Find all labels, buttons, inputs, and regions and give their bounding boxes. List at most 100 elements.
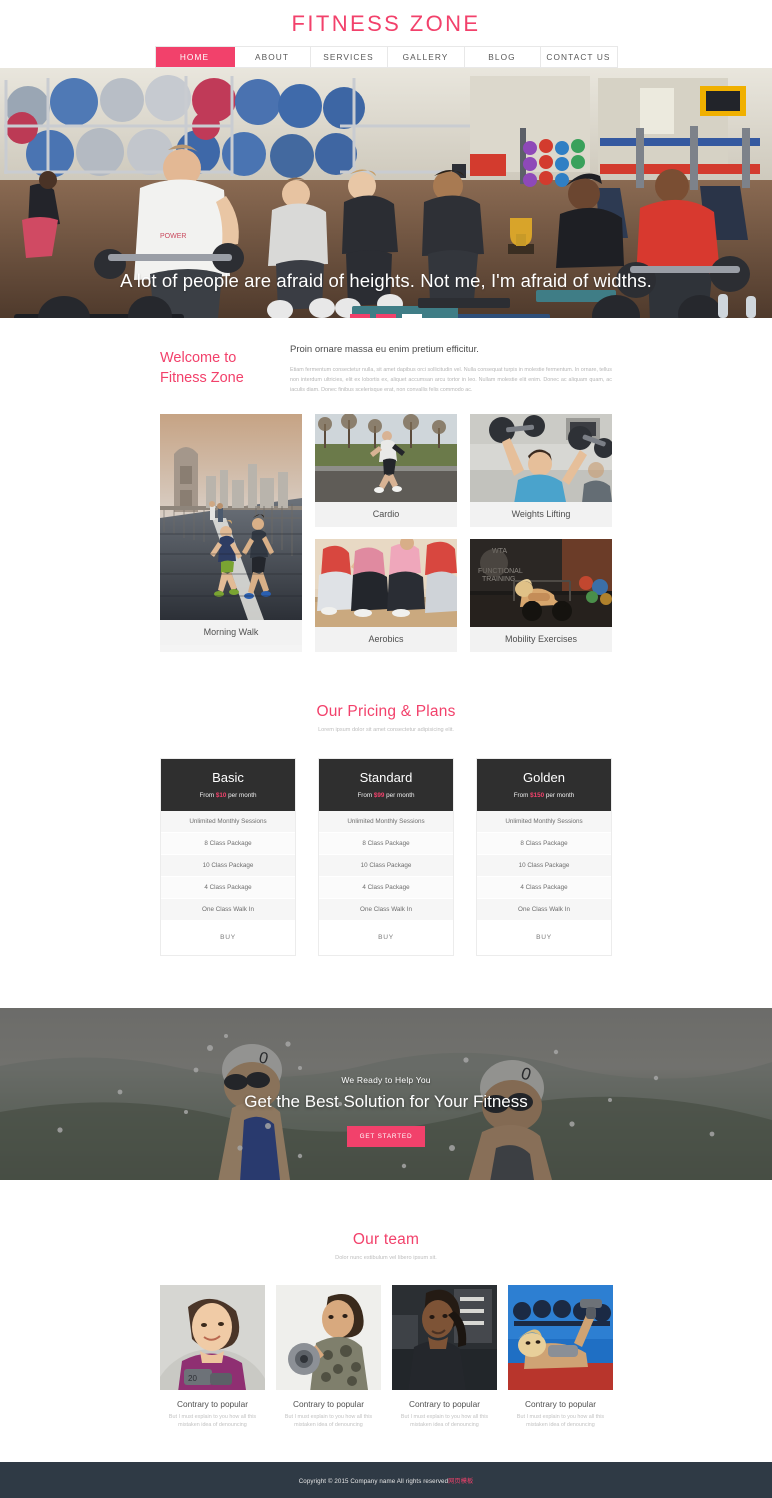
- price-prefix: From: [357, 791, 373, 799]
- team-member-name: Contrary to popular: [292, 1398, 365, 1409]
- pricing-feature: One Class Walk In: [319, 898, 453, 921]
- pricing-feature: 4 Class Package: [477, 876, 611, 899]
- nav-item-blog[interactable]: BLOG: [464, 47, 541, 67]
- pricing-plan-standard: Standard From $99 per month Unlimited Mo…: [318, 757, 454, 956]
- site-footer: Copyright © 2015 Company name All rights…: [0, 1462, 772, 1498]
- pricing-feature: 10 Class Package: [319, 854, 453, 877]
- gallery-label-mobility-exercises: Mobility Exercises: [470, 626, 612, 652]
- carousel-dot-2[interactable]: [376, 314, 396, 318]
- pricing-plan-standard-name: Standard: [359, 769, 413, 785]
- team-member-photo-2: [276, 1284, 381, 1390]
- team-member-description: But I must explain to you how all this m…: [400, 1413, 489, 1429]
- pricing-feature: 8 Class Package: [477, 832, 611, 855]
- gallery-card-aerobics[interactable]: Aerobics: [315, 538, 457, 652]
- svg-text:POWER: POWER: [160, 233, 186, 240]
- gallery-label-cardio: Cardio: [315, 501, 457, 527]
- services-gallery: Cardio Morning Walk Weights Lifting Aero…: [160, 413, 612, 652]
- pricing-title: Our Pricing & Plans: [316, 702, 456, 720]
- gallery-label-morning-walk: Morning Walk: [160, 619, 302, 645]
- footer-credit-link[interactable]: 网页模板: [448, 1478, 473, 1485]
- carousel-dot-1[interactable]: [350, 314, 370, 318]
- pricing-feature: One Class Walk In: [477, 898, 611, 921]
- pricing-plan-basic-price: From $10 per month: [161, 792, 295, 799]
- price-prefix: From: [199, 791, 215, 799]
- pricing-feature: 4 Class Package: [161, 876, 295, 899]
- pricing-buy-button-standard[interactable]: BUY: [319, 920, 453, 955]
- pricing-feature: 8 Class Package: [319, 832, 453, 855]
- site-header: FITNESS ZONE HOME ABOUT SERVICES GALLERY…: [0, 0, 772, 68]
- gallery-image-mobility-exercises: WTA FUNCTIONAL TRAINING: [470, 538, 612, 627]
- gallery-card-cardio[interactable]: Cardio: [315, 413, 457, 527]
- pricing-feature: 8 Class Package: [161, 832, 295, 855]
- pricing-feature: Unlimited Monthly Sessions: [161, 810, 295, 833]
- hero-carousel: POWER A lot of people are afraid of heig…: [0, 68, 772, 318]
- team-member-card[interactable]: Contrary to popular But I must explain t…: [392, 1284, 497, 1430]
- site-logo: FITNESS ZONE: [291, 11, 481, 36]
- gallery-image-aerobics: [315, 538, 457, 627]
- pricing-plans: Basic From $10 per month Unlimited Month…: [160, 757, 612, 956]
- pricing-feature: Unlimited Monthly Sessions: [319, 810, 453, 833]
- pricing-plan-golden: Golden From $150 per month Unlimited Mon…: [476, 757, 612, 956]
- price-suffix: per month: [386, 791, 415, 799]
- pricing-plan-golden-price: From $150 per month: [477, 792, 611, 799]
- gallery-image-cardio: [315, 413, 457, 502]
- team-member-description: But I must explain to you how all this m…: [284, 1413, 373, 1429]
- gallery-image-morning-walk: [160, 413, 302, 620]
- main-navigation: HOME ABOUT SERVICES GALLERY BLOG CONTACT…: [0, 46, 772, 68]
- gallery-label-aerobics: Aerobics: [315, 626, 457, 652]
- welcome-heading: Welcome to Fitness Zone: [160, 343, 275, 396]
- team-member-photo-1: 20: [160, 1284, 265, 1390]
- nav-item-about[interactable]: ABOUT: [234, 47, 311, 67]
- team-title: Our team: [352, 1230, 420, 1248]
- nav-item-contact-us[interactable]: CONTACT US: [540, 47, 618, 67]
- welcome-section: Welcome to Fitness Zone Proin ornare mas…: [160, 318, 612, 652]
- hero-carousel-indicators[interactable]: [0, 314, 772, 318]
- team-member-name: Contrary to popular: [408, 1398, 481, 1409]
- welcome-lead-text: Proin ornare massa eu enim pretium effic…: [290, 344, 479, 355]
- nav-item-gallery[interactable]: GALLERY: [387, 47, 465, 67]
- pricing-buy-button-golden[interactable]: BUY: [477, 920, 611, 955]
- svg-text:TRAINING: TRAINING: [482, 576, 515, 583]
- pricing-feature: Unlimited Monthly Sessions: [477, 810, 611, 833]
- cta-title: Get the Best Solution for Your Fitness: [244, 1091, 528, 1111]
- gallery-label-weights-lifting: Weights Lifting: [470, 501, 612, 527]
- team-subtitle: Dolor nunc estibulum vel libero ipsum si…: [335, 1254, 437, 1261]
- nav-list: HOME ABOUT SERVICES GALLERY BLOG CONTACT…: [154, 46, 618, 68]
- hero-caption: A lot of people are afraid of heights. N…: [120, 270, 652, 291]
- pricing-feature: One Class Walk In: [161, 898, 295, 921]
- nav-item-home[interactable]: HOME: [155, 47, 235, 67]
- pricing-plan-standard-price: From $99 per month: [319, 792, 453, 799]
- nav-item-services[interactable]: SERVICES: [310, 47, 388, 67]
- gallery-card-morning-walk[interactable]: Morning Walk: [160, 413, 302, 652]
- gallery-card-mobility-exercises[interactable]: WTA FUNCTIONAL TRAINING: [470, 538, 612, 652]
- team-member-card[interactable]: 20 Contrary to popular But I must explai…: [160, 1284, 265, 1430]
- price-amount: $99: [373, 791, 385, 799]
- pricing-plan-golden-name: Golden: [523, 769, 565, 785]
- gallery-card-weights-lifting[interactable]: Weights Lifting: [470, 413, 612, 527]
- welcome-body-text: Etiam fermentum consectetur nulla, sit a…: [290, 367, 612, 394]
- team-member-name: Contrary to popular: [524, 1398, 597, 1409]
- pricing-buy-button-basic[interactable]: BUY: [161, 920, 295, 955]
- team-member-photo-3: [392, 1284, 497, 1390]
- footer-copyright: Copyright © 2015 Company name All rights…: [299, 1476, 474, 1485]
- pricing-section: Our Pricing & Plans Lorem ipsum dolor si…: [160, 652, 612, 956]
- carousel-dot-3[interactable]: [402, 314, 422, 318]
- pricing-plan-basic: Basic From $10 per month Unlimited Month…: [160, 757, 296, 956]
- pricing-feature: 10 Class Package: [477, 854, 611, 877]
- team-member-card[interactable]: Contrary to popular But I must explain t…: [276, 1284, 381, 1430]
- price-suffix: per month: [545, 791, 575, 799]
- team-member-description: But I must explain to you how all this m…: [516, 1413, 605, 1429]
- welcome-heading-line-1: Welcome to: [160, 350, 237, 366]
- price-amount: $150: [530, 791, 545, 799]
- price-prefix: From: [513, 791, 529, 799]
- pricing-plan-basic-name: Basic: [212, 769, 244, 785]
- team-heading-block: Our team Dolor nunc estibulum vel libero…: [160, 1180, 612, 1263]
- team-member-card[interactable]: Contrary to popular But I must explain t…: [508, 1284, 613, 1430]
- gallery-image-weights-lifting: [470, 413, 612, 502]
- pricing-subtitle: Lorem ipsum dolor sit amet consectetur a…: [318, 726, 454, 733]
- pricing-plan-standard-header: Standard From $99 per month: [319, 758, 453, 811]
- svg-text:20: 20: [188, 1374, 197, 1383]
- price-amount: $10: [215, 791, 227, 799]
- get-started-button[interactable]: GET STARTED: [346, 1125, 426, 1147]
- team-members: 20 Contrary to popular But I must explai…: [160, 1284, 613, 1430]
